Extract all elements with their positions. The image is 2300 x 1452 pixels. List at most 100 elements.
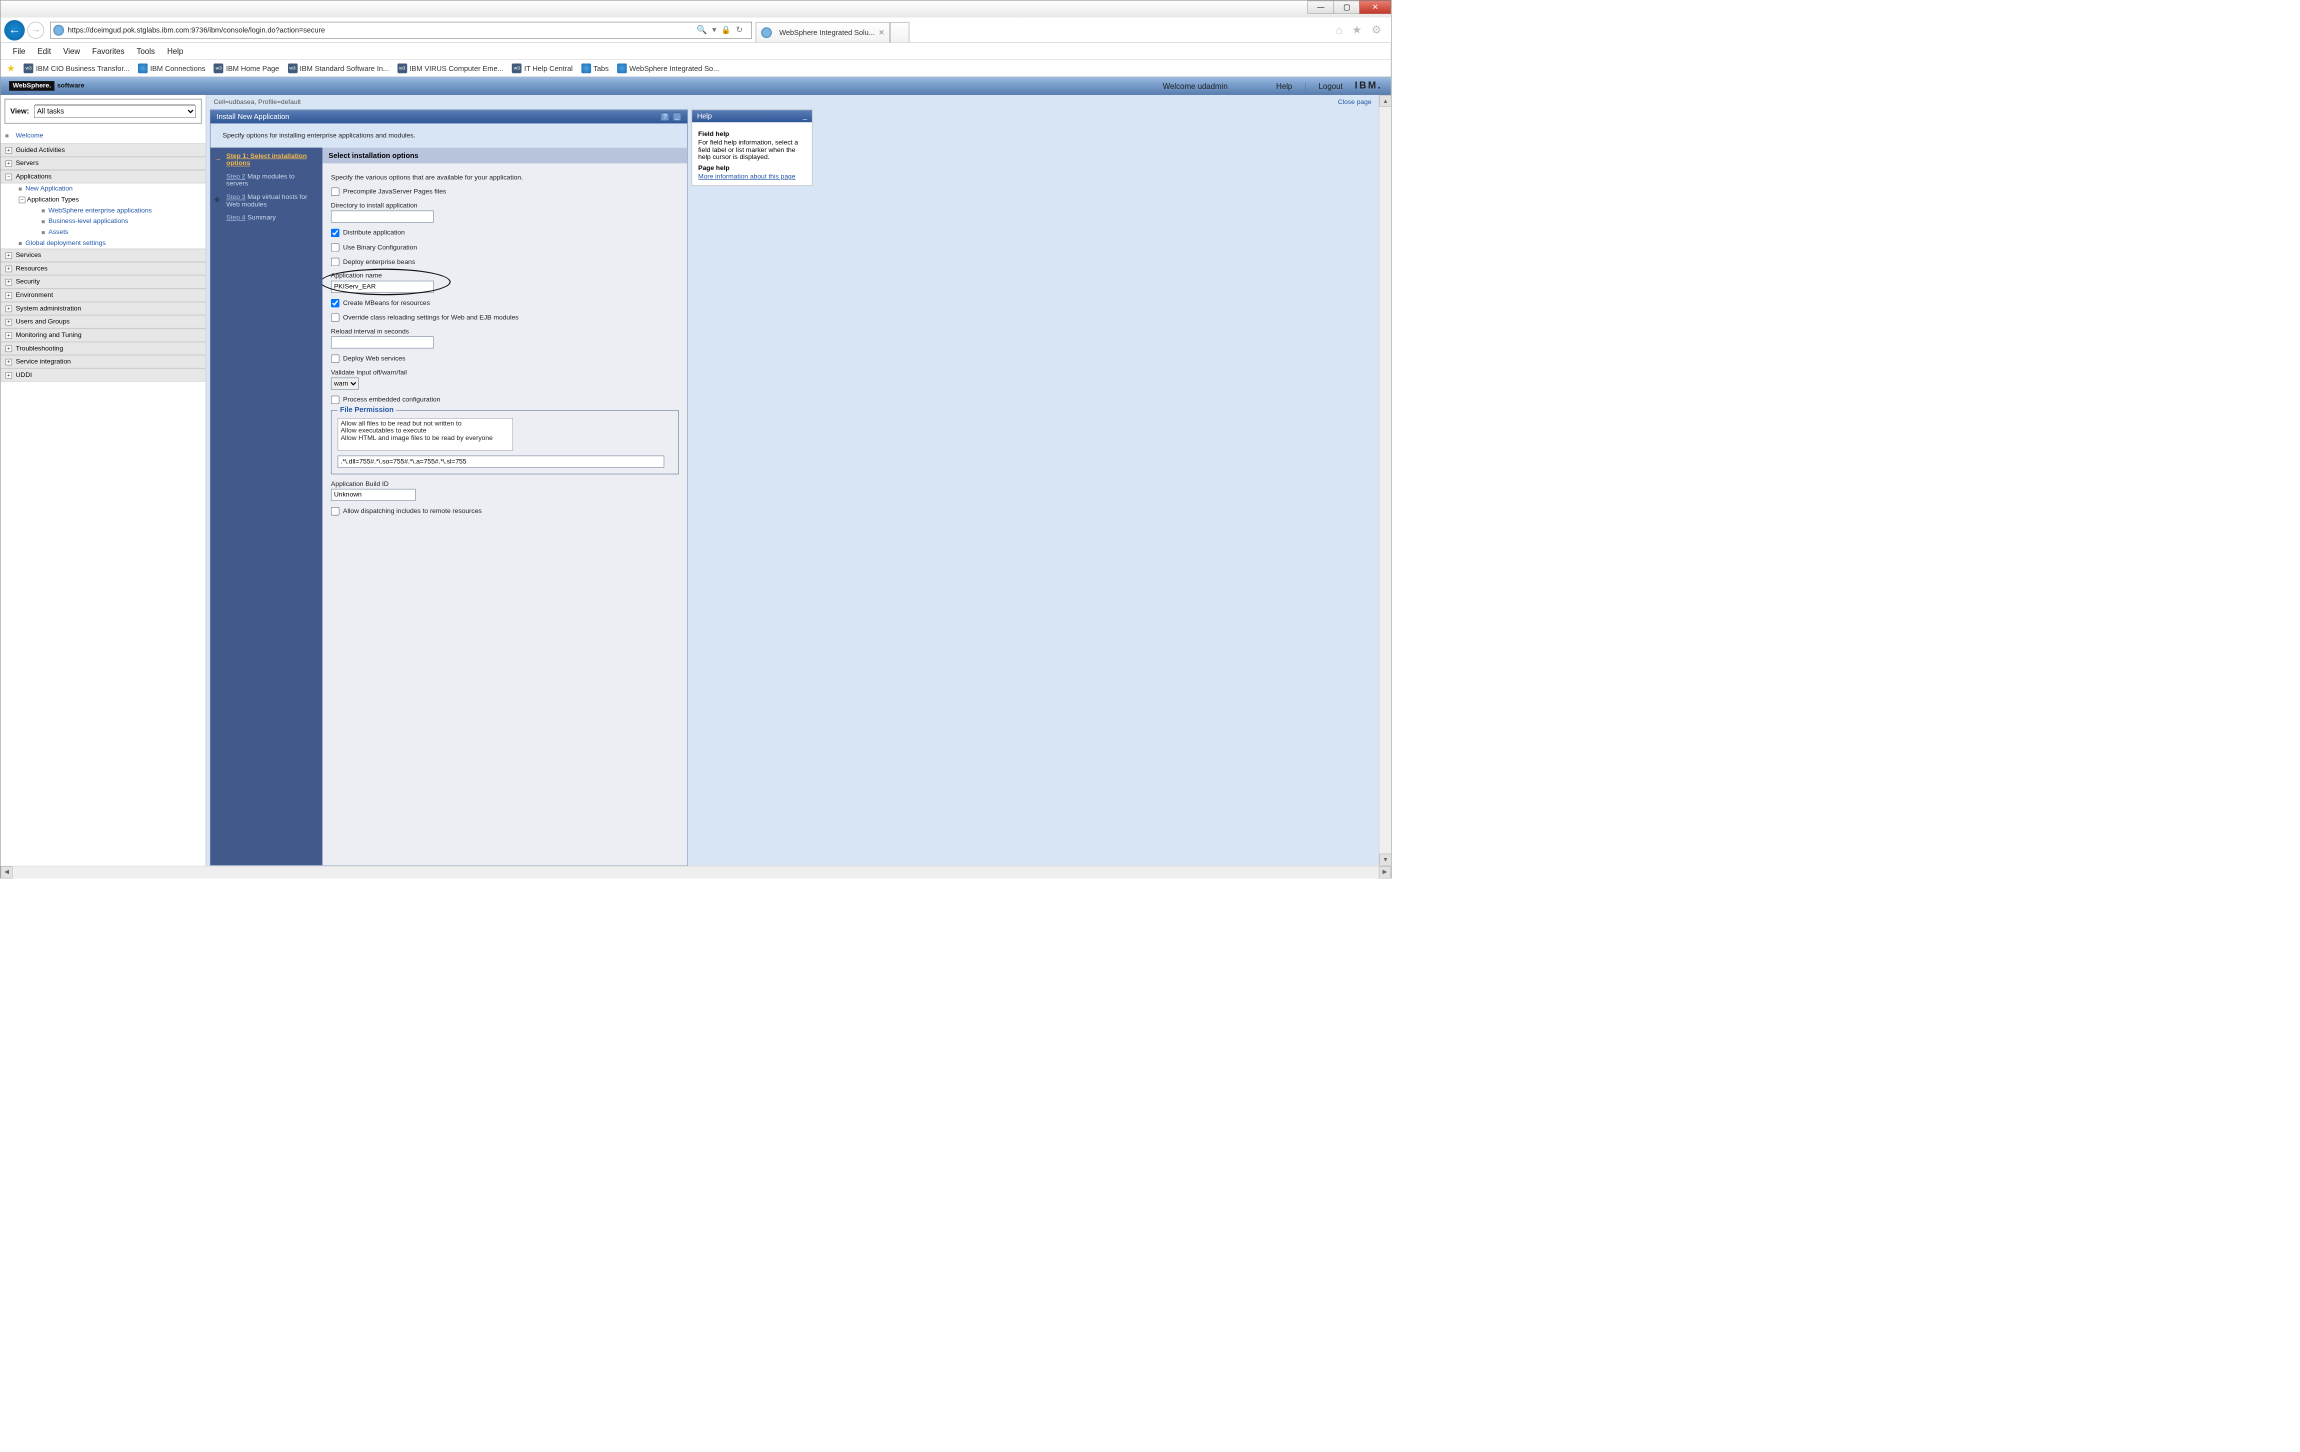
favorite-link[interactable]: w3IT Help Central	[512, 63, 573, 73]
nav-global-deployment-settings[interactable]: Global deployment settings	[1, 238, 206, 249]
nav-welcome[interactable]: Welcome	[1, 128, 206, 144]
favorite-link[interactable]: w3IBM VIRUS Computer Eme...	[397, 63, 503, 73]
expand-icon[interactable]: +	[5, 358, 12, 365]
scroll-track[interactable]	[13, 866, 1379, 878]
nav-item-servers[interactable]: +Servers	[1, 157, 206, 170]
nav-item-environment[interactable]: +Environment	[1, 289, 206, 302]
menu-tools[interactable]: Tools	[137, 47, 155, 56]
file-permission-input[interactable]	[338, 456, 665, 468]
create-mbeans-checkbox[interactable]: Create MBeans for resources	[331, 299, 679, 307]
build-id-input[interactable]	[331, 489, 416, 501]
deploy-ws-checkbox[interactable]: Deploy Web services	[331, 355, 679, 363]
scroll-right-button[interactable]: ▶	[1379, 866, 1391, 878]
menu-view[interactable]: View	[63, 47, 80, 56]
expand-icon[interactable]: +	[5, 160, 12, 167]
wizard-step-2[interactable]: Step 2 Map modules to servers	[217, 173, 317, 188]
close-page-link[interactable]: Close page	[1338, 99, 1372, 106]
refresh-icon[interactable]: ↻	[736, 25, 743, 35]
nav-item-resources[interactable]: +Resources	[1, 262, 206, 275]
expand-icon[interactable]: +	[5, 332, 12, 339]
expand-icon[interactable]: +	[5, 147, 12, 154]
help-minimize-icon[interactable]: _	[803, 112, 807, 120]
favorites-star-icon[interactable]: ★	[1352, 24, 1362, 37]
nav-item-services[interactable]: +Services	[1, 249, 206, 262]
portlet-minimize-icon[interactable]: _	[673, 113, 681, 121]
precompile-jsp-checkbox[interactable]: Precompile JavaServer Pages files	[331, 188, 679, 196]
expand-icon[interactable]: +	[5, 345, 12, 352]
menu-help[interactable]: Help	[167, 47, 183, 56]
distribute-app-checkbox[interactable]: Distribute application	[331, 229, 679, 237]
favorite-link[interactable]: w3IBM Home Page	[214, 63, 279, 73]
nav-item-service-integration[interactable]: +Service integration	[1, 355, 206, 368]
vertical-scrollbar[interactable]: ▲ ▼	[1379, 95, 1391, 866]
window-close-button[interactable]: ✕	[1359, 1, 1390, 14]
back-button[interactable]: ←	[4, 20, 25, 41]
wizard-step-4[interactable]: Step 4 Summary	[217, 214, 317, 221]
validate-input-select[interactable]: warn	[331, 378, 359, 390]
help-link[interactable]: Help	[1276, 81, 1292, 90]
menu-file[interactable]: File	[13, 47, 26, 56]
use-binary-config-checkbox[interactable]: Use Binary Configuration	[331, 243, 679, 251]
reload-interval-input[interactable]	[331, 336, 434, 348]
override-reload-checkbox[interactable]: Override class reloading settings for We…	[331, 313, 679, 321]
wizard-step-1[interactable]: → Step 1: Select installation options	[217, 152, 317, 167]
nav-item-guided-activities[interactable]: +Guided Activities	[1, 143, 206, 156]
forward-button[interactable]: →	[27, 21, 44, 38]
window-minimize-button[interactable]: —	[1307, 1, 1334, 14]
scroll-track[interactable]	[1379, 107, 1390, 854]
nav-assets[interactable]: Assets	[1, 227, 206, 238]
nav-new-application[interactable]: New Application	[1, 183, 206, 194]
expand-icon[interactable]: +	[5, 292, 12, 299]
favorite-link[interactable]: w3IBM CIO Business Transfor...	[24, 63, 130, 73]
nav-item-monitoring-tuning[interactable]: +Monitoring and Tuning	[1, 329, 206, 342]
collapse-icon[interactable]: −	[19, 197, 26, 204]
expand-icon[interactable]: +	[5, 305, 12, 312]
collapse-icon[interactable]: −	[5, 173, 12, 180]
nav-was-enterprise-apps[interactable]: WebSphere enterprise applications	[1, 205, 206, 216]
scroll-left-button[interactable]: ◀	[1, 866, 13, 878]
app-name-input[interactable]	[331, 281, 434, 293]
tools-gear-icon[interactable]: ⚙	[1371, 24, 1381, 37]
add-favorite-icon[interactable]: ★	[7, 62, 16, 74]
nav-item-uddi[interactable]: +UDDI	[1, 368, 206, 381]
install-dir-input[interactable]	[331, 211, 434, 223]
tab-close-icon[interactable]: ✕	[878, 28, 884, 36]
favorite-link[interactable]: w3IBM Standard Software In...	[288, 63, 389, 73]
allow-dispatching-checkbox[interactable]: Allow dispatching includes to remote res…	[331, 507, 679, 515]
scroll-up-button[interactable]: ▲	[1379, 95, 1390, 107]
logout-link[interactable]: Logout	[1319, 81, 1343, 90]
nav-item-applications[interactable]: −Applications	[1, 170, 206, 183]
expand-icon[interactable]: +	[5, 372, 12, 379]
nav-item-system-administration[interactable]: +System administration	[1, 302, 206, 315]
expand-icon[interactable]: +	[5, 265, 12, 272]
view-select[interactable]: All tasks	[34, 105, 196, 118]
favorite-link[interactable]: Tabs	[581, 63, 608, 73]
favorite-link[interactable]: WebSphere Integrated So...	[617, 63, 719, 73]
nav-item-security[interactable]: +Security	[1, 275, 206, 288]
process-embedded-checkbox[interactable]: Process embedded configuration	[331, 396, 679, 404]
home-icon[interactable]: ⌂	[1336, 24, 1343, 37]
search-icon[interactable]: 🔍	[697, 25, 708, 35]
scroll-down-button[interactable]: ▼	[1379, 854, 1390, 866]
file-permission-list[interactable]: Allow all files to be read but not writt…	[338, 418, 513, 451]
menu-favorites[interactable]: Favorites	[92, 47, 124, 56]
portlet-help-icon[interactable]: ?	[661, 113, 669, 121]
expand-icon[interactable]: +	[5, 319, 12, 326]
wizard-step-3[interactable]: ◆ Step 3 Map virtual hosts for Web modul…	[217, 194, 317, 209]
window-maximize-button[interactable]: ▢	[1333, 1, 1360, 14]
nav-business-level-apps[interactable]: Business-level applications	[1, 216, 206, 227]
favorite-link[interactable]: IBM Connections	[138, 63, 205, 73]
new-tab-button[interactable]	[890, 22, 909, 42]
menu-edit[interactable]: Edit	[37, 47, 51, 56]
expand-icon[interactable]: +	[5, 252, 12, 259]
horizontal-scrollbar[interactable]: ◀ ▶	[1, 866, 1391, 878]
page-help-link[interactable]: More information about this page	[698, 173, 795, 180]
nav-application-types[interactable]: − Application Types	[1, 194, 206, 205]
browser-tab-active[interactable]: WebSphere Integrated Solu... ✕	[756, 22, 890, 42]
nav-item-troubleshooting[interactable]: +Troubleshooting	[1, 342, 206, 355]
expand-icon[interactable]: +	[5, 279, 12, 286]
dropdown-icon[interactable]: ▾	[712, 25, 716, 35]
deploy-ejb-checkbox[interactable]: Deploy enterprise beans	[331, 258, 679, 266]
nav-item-users-and-groups[interactable]: +Users and Groups	[1, 315, 206, 328]
address-bar[interactable]: https://dceimgud.pok.stglabs.ibm.com:973…	[50, 21, 752, 38]
